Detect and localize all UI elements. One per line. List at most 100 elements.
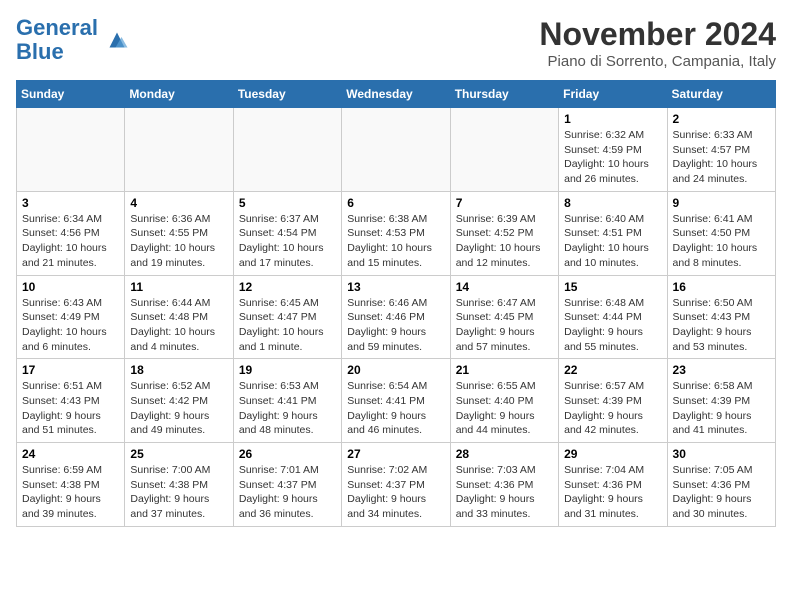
day-info: Sunrise: 7:00 AM Sunset: 4:38 PM Dayligh… — [130, 463, 227, 522]
calendar-week-2: 10 Sunrise: 6:43 AM Sunset: 4:49 PM Dayli… — [17, 275, 776, 359]
weekday-header-friday: Friday — [559, 81, 667, 108]
day-number: 25 — [130, 447, 227, 461]
calendar-cell: 12 Sunrise: 6:45 AM Sunset: 4:47 PM Dayli… — [233, 275, 341, 359]
calendar-cell: 22Sunrise: 6:57 AM Sunset: 4:39 PM Dayli… — [559, 359, 667, 443]
day-number: 14 — [456, 280, 553, 294]
calendar-cell: 29Sunrise: 7:04 AM Sunset: 4:36 PM Dayli… — [559, 443, 667, 527]
calendar-cell: 25 Sunrise: 7:00 AM Sunset: 4:38 PM Dayli… — [125, 443, 233, 527]
weekday-header-wednesday: Wednesday — [342, 81, 450, 108]
calendar-cell — [342, 108, 450, 192]
day-number: 5 — [239, 196, 336, 210]
day-info: Sunrise: 6:53 AM Sunset: 4:41 PM Dayligh… — [239, 379, 336, 438]
day-number: 21 — [456, 363, 553, 377]
day-number: 30 — [673, 447, 770, 461]
weekday-header-thursday: Thursday — [450, 81, 558, 108]
day-info: Sunrise: 6:46 AM Sunset: 4:46 PM Dayligh… — [347, 296, 444, 355]
day-number: 10 — [22, 280, 119, 294]
calendar-week-3: 17Sunrise: 6:51 AM Sunset: 4:43 PM Dayli… — [17, 359, 776, 443]
calendar-cell: 4 Sunrise: 6:36 AM Sunset: 4:55 PM Daylig… — [125, 191, 233, 275]
day-info: Sunrise: 6:32 AM Sunset: 4:59 PM Dayligh… — [564, 128, 661, 187]
day-info: Sunrise: 6:52 AM Sunset: 4:42 PM Dayligh… — [130, 379, 227, 438]
day-number: 23 — [673, 363, 770, 377]
weekday-header-row: SundayMondayTuesdayWednesdayThursdayFrid… — [17, 81, 776, 108]
day-number: 24 — [22, 447, 119, 461]
calendar-table: SundayMondayTuesdayWednesdayThursdayFrid… — [16, 80, 776, 527]
day-number: 13 — [347, 280, 444, 294]
day-info: Sunrise: 6:59 AM Sunset: 4:38 PM Dayligh… — [22, 463, 119, 522]
day-number: 9 — [673, 196, 770, 210]
day-number: 6 — [347, 196, 444, 210]
calendar-cell — [233, 108, 341, 192]
day-number: 11 — [130, 280, 227, 294]
day-info: Sunrise: 6:36 AM Sunset: 4:55 PM Dayligh… — [130, 212, 227, 271]
calendar-cell: 26Sunrise: 7:01 AM Sunset: 4:37 PM Dayli… — [233, 443, 341, 527]
logo-line2: Blue — [16, 39, 64, 64]
day-info: Sunrise: 6:44 AM Sunset: 4:48 PM Dayligh… — [130, 296, 227, 355]
day-info: Sunrise: 6:39 AM Sunset: 4:52 PM Dayligh… — [456, 212, 553, 271]
day-number: 16 — [673, 280, 770, 294]
calendar-cell: 30 Sunrise: 7:05 AM Sunset: 4:36 PM Dayli… — [667, 443, 775, 527]
location-title: Piano di Sorrento, Campania, Italy — [539, 53, 776, 70]
calendar-cell: 24 Sunrise: 6:59 AM Sunset: 4:38 PM Dayli… — [17, 443, 125, 527]
day-number: 4 — [130, 196, 227, 210]
calendar-week-1: 3 Sunrise: 6:34 AM Sunset: 4:56 PM Daylig… — [17, 191, 776, 275]
weekday-header-sunday: Sunday — [17, 81, 125, 108]
calendar-week-4: 24 Sunrise: 6:59 AM Sunset: 4:38 PM Dayli… — [17, 443, 776, 527]
calendar-cell — [450, 108, 558, 192]
day-info: Sunrise: 6:51 AM Sunset: 4:43 PM Dayligh… — [22, 379, 119, 438]
day-number: 19 — [239, 363, 336, 377]
calendar-cell: 21 Sunrise: 6:55 AM Sunset: 4:40 PM Dayli… — [450, 359, 558, 443]
day-info: Sunrise: 6:55 AM Sunset: 4:40 PM Dayligh… — [456, 379, 553, 438]
logo: General Blue — [16, 16, 132, 64]
calendar-cell: 2 Sunrise: 6:33 AM Sunset: 4:57 PM Daylig… — [667, 108, 775, 192]
day-number: 20 — [347, 363, 444, 377]
day-number: 1 — [564, 112, 661, 126]
calendar-cell: 20 Sunrise: 6:54 AM Sunset: 4:41 PM Dayli… — [342, 359, 450, 443]
day-number: 29 — [564, 447, 661, 461]
day-number: 2 — [673, 112, 770, 126]
day-info: Sunrise: 6:54 AM Sunset: 4:41 PM Dayligh… — [347, 379, 444, 438]
day-number: 8 — [564, 196, 661, 210]
day-number: 7 — [456, 196, 553, 210]
calendar-body: 1 Sunrise: 6:32 AM Sunset: 4:59 PM Daylig… — [17, 108, 776, 527]
weekday-header-tuesday: Tuesday — [233, 81, 341, 108]
logo-icon — [102, 25, 132, 55]
calendar-cell: 19 Sunrise: 6:53 AM Sunset: 4:41 PM Dayli… — [233, 359, 341, 443]
day-info: Sunrise: 7:05 AM Sunset: 4:36 PM Dayligh… — [673, 463, 770, 522]
logo-line1: General — [16, 15, 98, 40]
title-area: November 2024 Piano di Sorrento, Campani… — [539, 16, 776, 70]
calendar-cell: 16Sunrise: 6:50 AM Sunset: 4:43 PM Dayli… — [667, 275, 775, 359]
day-info: Sunrise: 6:47 AM Sunset: 4:45 PM Dayligh… — [456, 296, 553, 355]
day-info: Sunrise: 6:37 AM Sunset: 4:54 PM Dayligh… — [239, 212, 336, 271]
day-number: 12 — [239, 280, 336, 294]
day-info: Sunrise: 6:40 AM Sunset: 4:51 PM Dayligh… — [564, 212, 661, 271]
calendar-cell — [125, 108, 233, 192]
day-info: Sunrise: 6:43 AM Sunset: 4:49 PM Dayligh… — [22, 296, 119, 355]
day-info: Sunrise: 6:41 AM Sunset: 4:50 PM Dayligh… — [673, 212, 770, 271]
day-info: Sunrise: 6:58 AM Sunset: 4:39 PM Dayligh… — [673, 379, 770, 438]
calendar-week-0: 1 Sunrise: 6:32 AM Sunset: 4:59 PM Daylig… — [17, 108, 776, 192]
calendar-cell: 17Sunrise: 6:51 AM Sunset: 4:43 PM Dayli… — [17, 359, 125, 443]
calendar-cell: 15Sunrise: 6:48 AM Sunset: 4:44 PM Dayli… — [559, 275, 667, 359]
calendar-cell — [17, 108, 125, 192]
day-info: Sunrise: 7:03 AM Sunset: 4:36 PM Dayligh… — [456, 463, 553, 522]
day-info: Sunrise: 6:33 AM Sunset: 4:57 PM Dayligh… — [673, 128, 770, 187]
header: General Blue November 2024 Piano di Sorr… — [16, 16, 776, 70]
day-info: Sunrise: 6:45 AM Sunset: 4:47 PM Dayligh… — [239, 296, 336, 355]
day-info: Sunrise: 6:38 AM Sunset: 4:53 PM Dayligh… — [347, 212, 444, 271]
weekday-header-saturday: Saturday — [667, 81, 775, 108]
calendar-cell: 7 Sunrise: 6:39 AM Sunset: 4:52 PM Daylig… — [450, 191, 558, 275]
calendar-cell: 1 Sunrise: 6:32 AM Sunset: 4:59 PM Daylig… — [559, 108, 667, 192]
day-info: Sunrise: 6:34 AM Sunset: 4:56 PM Dayligh… — [22, 212, 119, 271]
day-info: Sunrise: 6:57 AM Sunset: 4:39 PM Dayligh… — [564, 379, 661, 438]
month-title: November 2024 — [539, 16, 776, 53]
calendar-cell: 13 Sunrise: 6:46 AM Sunset: 4:46 PM Dayli… — [342, 275, 450, 359]
day-info: Sunrise: 6:48 AM Sunset: 4:44 PM Dayligh… — [564, 296, 661, 355]
day-number: 28 — [456, 447, 553, 461]
calendar-cell: 6 Sunrise: 6:38 AM Sunset: 4:53 PM Daylig… — [342, 191, 450, 275]
day-info: Sunrise: 7:02 AM Sunset: 4:37 PM Dayligh… — [347, 463, 444, 522]
calendar-cell: 10 Sunrise: 6:43 AM Sunset: 4:49 PM Dayli… — [17, 275, 125, 359]
day-number: 26 — [239, 447, 336, 461]
day-number: 3 — [22, 196, 119, 210]
calendar-cell: 28 Sunrise: 7:03 AM Sunset: 4:36 PM Dayli… — [450, 443, 558, 527]
